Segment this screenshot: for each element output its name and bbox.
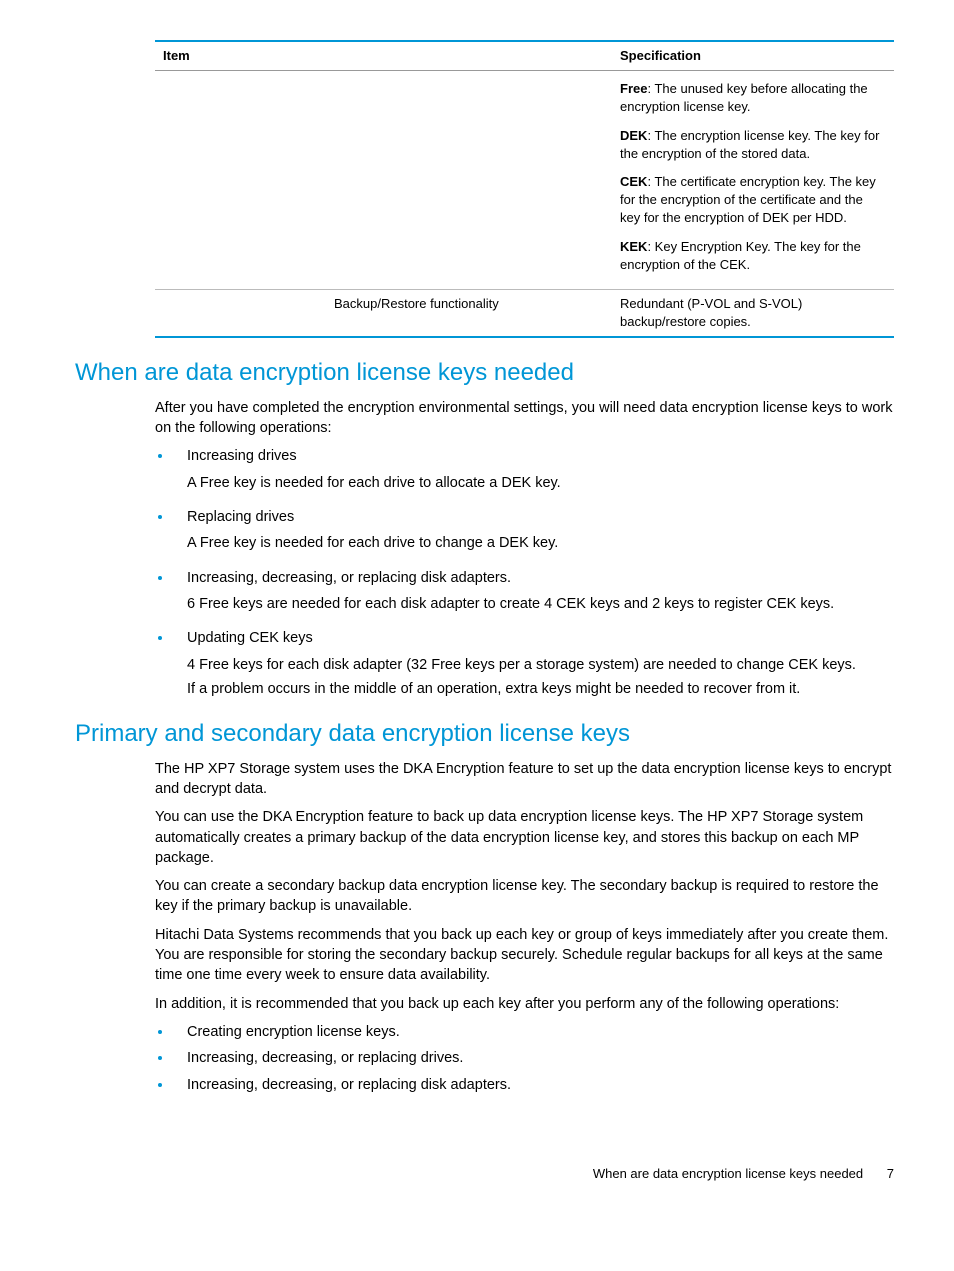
spec-kek: KEK: Key Encryption Key. The key for the… — [620, 238, 886, 274]
list-item: Increasing, decreasing, or replacing dis… — [173, 568, 894, 615]
th-item: Item — [155, 41, 326, 71]
list-item: Updating CEK keys 4 Free keys for each d… — [173, 628, 894, 699]
body-paragraph: You can use the DKA Encryption feature t… — [155, 807, 894, 868]
th-spec: Specification — [612, 41, 894, 71]
li-title: Increasing drives — [187, 446, 894, 466]
li-desc: If a problem occurs in the middle of an … — [187, 679, 894, 699]
spec-table: Item Specification Free: The unused key … — [155, 40, 894, 338]
li-desc: A Free key is needed for each drive to c… — [187, 533, 894, 553]
li-title: Updating CEK keys — [187, 628, 894, 648]
li-title: Increasing, decreasing, or replacing dis… — [187, 568, 894, 588]
th-empty — [326, 41, 612, 71]
page-number: 7 — [887, 1166, 894, 1181]
page-footer: When are data encryption license keys ne… — [75, 1165, 894, 1183]
table-row: Free: The unused key before allocating t… — [155, 71, 894, 290]
body-paragraph: You can create a secondary backup data e… — [155, 876, 894, 917]
table-row: Backup/Restore functionality Redundant (… — [155, 289, 894, 337]
footer-text: When are data encryption license keys ne… — [593, 1166, 863, 1181]
operations-list: Increasing drives A Free key is needed f… — [155, 446, 894, 699]
cell-backup-item: Backup/Restore functionality — [326, 289, 612, 337]
list-item: Replacing drives A Free key is needed fo… — [173, 507, 894, 554]
backup-ops-list: Creating encryption license keys. Increa… — [155, 1022, 894, 1095]
list-item: Increasing drives A Free key is needed f… — [173, 446, 894, 493]
heading-primary-secondary: Primary and secondary data encryption li… — [75, 717, 894, 751]
heading-when-needed: When are data encryption license keys ne… — [75, 356, 894, 390]
list-item: Increasing, decreasing, or replacing dri… — [173, 1048, 894, 1068]
spec-cek: CEK: The certificate encryption key. The… — [620, 173, 886, 228]
spec-dek: DEK: The encryption license key. The key… — [620, 127, 886, 163]
body-paragraph: The HP XP7 Storage system uses the DKA E… — [155, 759, 894, 800]
li-title: Replacing drives — [187, 507, 894, 527]
li-desc: 4 Free keys for each disk adapter (32 Fr… — [187, 655, 894, 675]
list-item: Increasing, decreasing, or replacing dis… — [173, 1075, 894, 1095]
list-item: Creating encryption license keys. — [173, 1022, 894, 1042]
spec-free: Free: The unused key before allocating t… — [620, 80, 886, 116]
li-desc: A Free key is needed for each drive to a… — [187, 473, 894, 493]
cell-backup-spec: Redundant (P-VOL and S-VOL) backup/resto… — [612, 289, 894, 337]
intro-paragraph: After you have completed the encryption … — [155, 398, 894, 439]
body-paragraph: Hitachi Data Systems recommends that you… — [155, 925, 894, 986]
li-desc: 6 Free keys are needed for each disk ada… — [187, 594, 894, 614]
body-paragraph: In addition, it is recommended that you … — [155, 994, 894, 1014]
